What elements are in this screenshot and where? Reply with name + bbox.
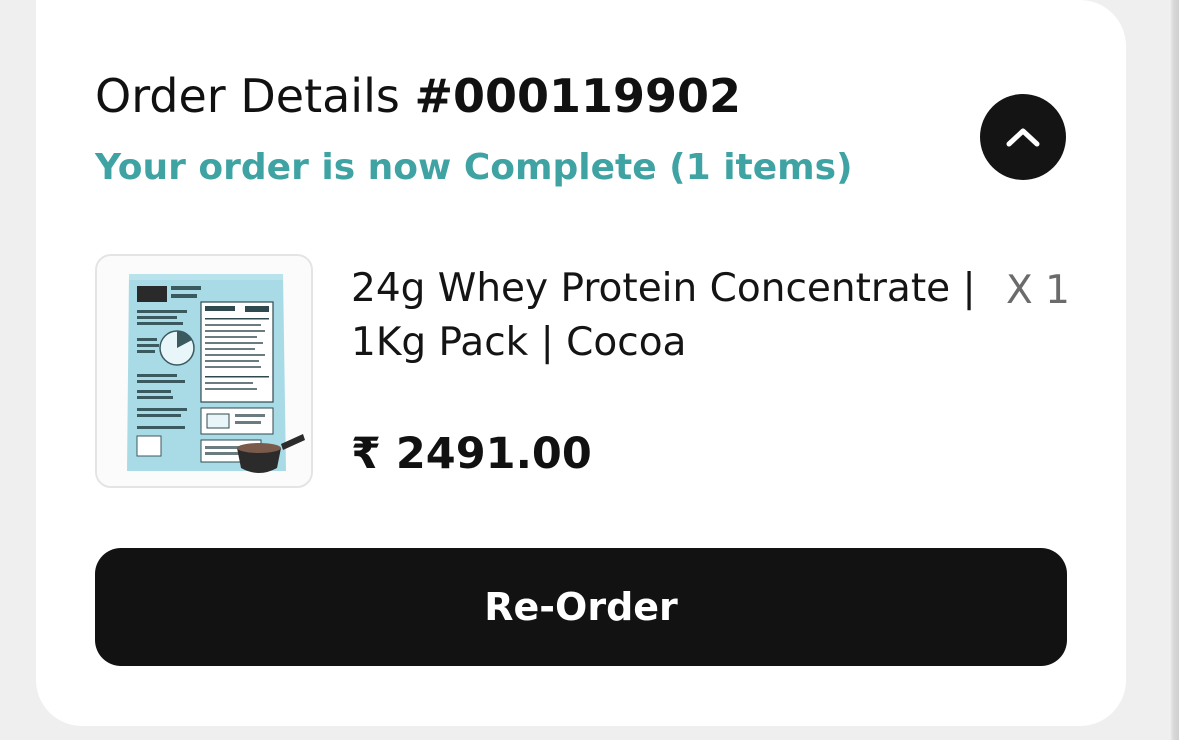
- order-title: Order Details #000119902: [95, 64, 741, 128]
- order-status-text: Your order is now Complete (1 items): [95, 147, 853, 188]
- product-name[interactable]: 24g Whey Protein Concentrate | 1Kg Pack …: [351, 262, 981, 370]
- item-price: ₹ 2491.00: [351, 429, 592, 479]
- collapse-button[interactable]: [980, 94, 1066, 180]
- order-title-prefix: Order Details: [95, 69, 400, 123]
- product-image[interactable]: [95, 254, 313, 488]
- page: Order Details #000119902 Your order is n…: [0, 0, 1179, 740]
- protein-pouch-image: [97, 256, 311, 486]
- chevron-up-icon: [1006, 128, 1040, 147]
- order-number: #000119902: [414, 69, 742, 123]
- scroll-edge: [1169, 0, 1179, 740]
- item-quantity: X 1: [1006, 268, 1070, 313]
- order-card: Order Details #000119902 Your order is n…: [36, 0, 1126, 726]
- reorder-button[interactable]: Re-Order: [95, 548, 1067, 666]
